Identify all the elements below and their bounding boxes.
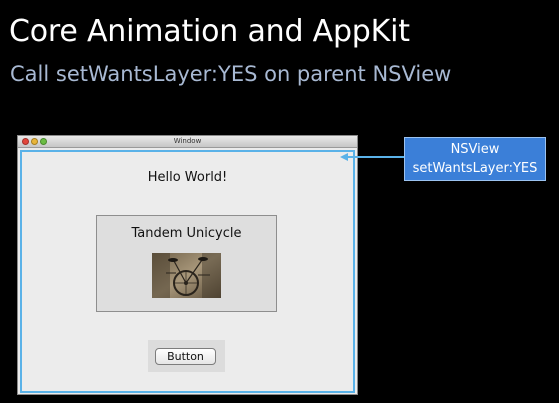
window-title: Window bbox=[173, 137, 202, 145]
slide-subtitle: Call setWantsLayer:YES on parent NSView bbox=[10, 62, 452, 86]
nsview-callout: NSView setWantsLayer:YES bbox=[404, 137, 546, 181]
callout-line-1: NSView bbox=[450, 142, 500, 157]
slide: Core Animation and AppKit Call setWantsL… bbox=[0, 0, 559, 403]
window-titlebar[interactable]: Window bbox=[18, 136, 357, 148]
callout-line-2: setWantsLayer:YES bbox=[412, 161, 538, 176]
slide-title: Core Animation and AppKit bbox=[9, 14, 410, 49]
nsview-highlight bbox=[20, 150, 355, 393]
